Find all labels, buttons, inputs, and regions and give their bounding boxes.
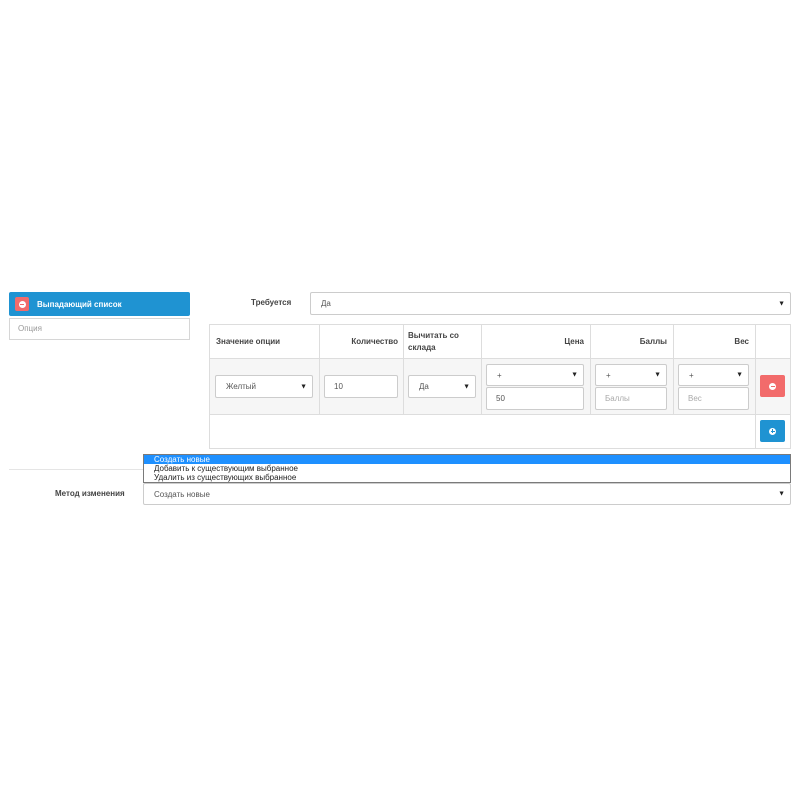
table-divider: [403, 325, 404, 414]
subtract-select[interactable]: Да ▼: [408, 375, 476, 398]
method-label: Метод изменения: [55, 489, 125, 498]
caret-down-icon: ▼: [778, 490, 785, 498]
required-select-value: Да: [321, 299, 331, 308]
section-divider: [9, 469, 143, 470]
weight-input[interactable]: Вес: [678, 387, 749, 410]
method-dropdown-list[interactable]: Создать новые Добавить к существующим вы…: [143, 454, 791, 483]
minus-circle-icon: [769, 382, 776, 390]
remove-row-button[interactable]: [760, 375, 785, 397]
header-quantity: Количество: [351, 337, 398, 346]
table-divider: [210, 414, 790, 415]
points-prefix-select[interactable]: + ▼: [595, 364, 667, 386]
header-points: Баллы: [639, 337, 667, 346]
method-option[interactable]: Добавить к существующим выбранное: [144, 464, 790, 473]
caret-down-icon: ▼: [571, 371, 578, 379]
weight-prefix-value: +: [689, 370, 694, 380]
caret-down-icon: ▼: [654, 371, 661, 379]
option-tab-dropdown[interactable]: Выпадающий список: [9, 292, 190, 316]
table-divider: [210, 358, 790, 359]
method-option[interactable]: Удалить из существующих выбранное: [144, 473, 790, 482]
quantity-input[interactable]: 10: [324, 375, 398, 398]
price-prefix-select[interactable]: + ▼: [486, 364, 584, 386]
option-tab-label: Выпадающий список: [37, 299, 122, 309]
header-price: Цена: [564, 337, 584, 346]
required-label: Требуется: [251, 298, 292, 307]
minus-circle-icon: [18, 300, 26, 308]
caret-down-icon: ▼: [778, 300, 785, 307]
remove-option-button[interactable]: [15, 297, 29, 311]
option-search-input[interactable]: Опция: [9, 318, 190, 340]
required-select[interactable]: Да ▼: [310, 292, 791, 315]
caret-down-icon: ▼: [300, 383, 307, 390]
weight-prefix-select[interactable]: + ▼: [678, 364, 749, 386]
subtract-select-value: Да: [419, 382, 429, 391]
points-input[interactable]: Баллы: [595, 387, 667, 410]
price-input[interactable]: 50: [486, 387, 584, 410]
table-divider: [755, 325, 756, 448]
points-prefix-value: +: [606, 370, 611, 380]
method-select-value: Создать новые: [154, 489, 210, 499]
price-prefix-value: +: [497, 370, 502, 380]
method-select[interactable]: Создать новые ▼: [143, 483, 791, 505]
option-value-select-value: Желтый: [226, 382, 257, 391]
header-option-value: Значение опции: [216, 337, 281, 346]
header-subtract: Вычитать со склада: [408, 330, 459, 352]
caret-down-icon: ▼: [736, 371, 743, 379]
header-weight: Вес: [734, 337, 749, 346]
plus-circle-icon: [769, 427, 776, 435]
option-value-select[interactable]: Желтый ▼: [215, 375, 313, 398]
method-option[interactable]: Создать новые: [144, 455, 790, 464]
option-values-table: Значение опции Количество Вычитать со ск…: [209, 324, 791, 449]
caret-down-icon: ▼: [463, 383, 470, 390]
add-row-button[interactable]: [760, 420, 785, 442]
